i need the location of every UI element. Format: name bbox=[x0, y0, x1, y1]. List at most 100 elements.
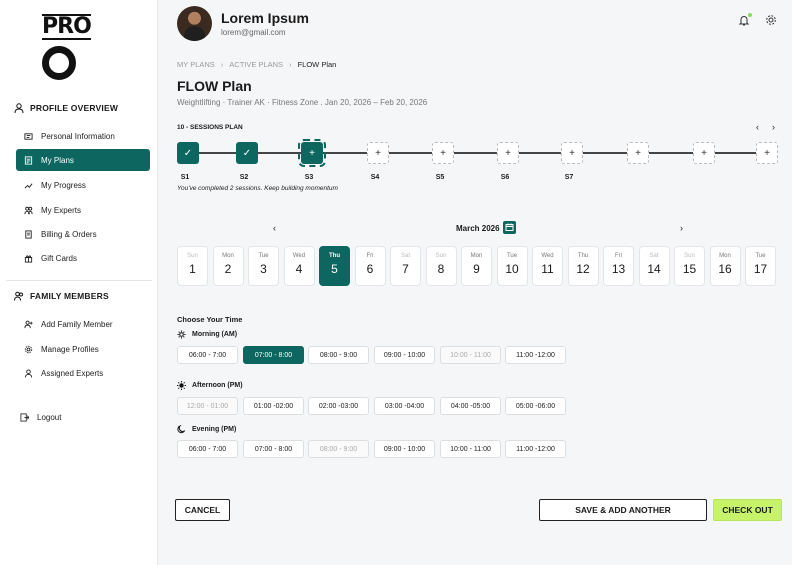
calendar-day[interactable]: Sun 15 bbox=[674, 246, 705, 286]
calendar-day[interactable]: Fri 13 bbox=[603, 246, 634, 286]
calendar-day[interactable]: Thu 12 bbox=[567, 246, 599, 286]
time-slot[interactable]: 08:00 - 9:00 bbox=[308, 346, 369, 364]
time-slot[interactable]: 04:00 -05:00 bbox=[440, 397, 501, 415]
time-slot[interactable]: 07:00 - 8:00 bbox=[243, 346, 304, 364]
sidebar-item-my-progress[interactable]: My Progress bbox=[16, 174, 150, 196]
sessions-next-icon[interactable]: › bbox=[772, 122, 775, 132]
time-slot[interactable]: 07:00 - 8:00 bbox=[243, 440, 304, 458]
session-step[interactable]: + bbox=[367, 142, 389, 164]
session-step-label: S2 bbox=[239, 174, 249, 181]
avatar[interactable] bbox=[177, 6, 212, 41]
calendar-day[interactable]: Tue 17 bbox=[745, 246, 776, 286]
save-add-another-button[interactable]: SAVE & ADD ANOTHER bbox=[539, 499, 707, 521]
gear-icon[interactable] bbox=[765, 14, 777, 26]
people-icon bbox=[24, 206, 33, 214]
time-slot[interactable]: 10:00 - 11:00 bbox=[440, 440, 501, 458]
calendar-day[interactable]: Mon 2 bbox=[212, 246, 244, 286]
time-slot[interactable]: 12:00 - 01:00 bbox=[177, 397, 238, 415]
session-step[interactable]: + bbox=[756, 142, 778, 164]
calendar-day[interactable]: Wed 4 bbox=[283, 246, 315, 286]
calendar-day[interactable]: Sat 14 bbox=[638, 246, 670, 286]
user-icon bbox=[14, 103, 24, 113]
session-step[interactable]: ✓ bbox=[236, 142, 258, 164]
sidebar-item-label: My Progress bbox=[41, 180, 86, 190]
time-period-heading: Evening (PM) bbox=[177, 425, 236, 434]
calendar-day[interactable]: Thu 5 bbox=[319, 246, 350, 286]
session-step[interactable]: ✓ bbox=[177, 142, 199, 164]
calendar-day[interactable]: Sat 7 bbox=[390, 246, 421, 286]
sidebar-item-my-plans[interactable]: My Plans bbox=[16, 149, 150, 171]
time-slot[interactable]: 05:00 -06:00 bbox=[505, 397, 566, 415]
id-card-icon bbox=[24, 132, 33, 140]
day-date: 8 bbox=[437, 262, 445, 276]
month-next-icon[interactable]: › bbox=[680, 223, 683, 233]
chevron-right-icon: › bbox=[289, 60, 292, 69]
time-slot[interactable]: 08:00 - 9:00 bbox=[308, 440, 369, 458]
plus-icon: + bbox=[375, 147, 381, 159]
day-name: Thu bbox=[577, 253, 589, 259]
session-step[interactable]: + bbox=[693, 142, 715, 164]
calendar-day[interactable]: Tue 10 bbox=[496, 246, 528, 286]
logo-text: PRO bbox=[42, 14, 92, 40]
brand-logo[interactable]: PRO bbox=[42, 14, 92, 80]
month-prev-icon[interactable]: ‹ bbox=[273, 223, 276, 233]
day-name: Tue bbox=[755, 253, 766, 259]
sidebar: PRO PROFILE OVERVIEW Personal Informatio… bbox=[0, 0, 158, 565]
day-name: Mon bbox=[470, 253, 483, 259]
calendar-day[interactable]: Fri 6 bbox=[354, 246, 386, 286]
sidebar-item-billing-orders[interactable]: Billing & Orders bbox=[16, 223, 150, 245]
day-date: 13 bbox=[611, 262, 626, 276]
sidebar-item-label: Add Family Member bbox=[41, 319, 113, 329]
session-step[interactable]: + bbox=[627, 142, 649, 164]
calendar-day[interactable]: Mon 9 bbox=[461, 246, 492, 286]
time-slot[interactable]: 06:00 - 7:00 bbox=[177, 440, 238, 458]
session-step[interactable]: + bbox=[298, 139, 326, 167]
logo-ring-icon bbox=[42, 46, 76, 80]
calendar-icon[interactable] bbox=[503, 221, 516, 234]
time-slot[interactable]: 01:00 -02:00 bbox=[243, 397, 304, 415]
session-step[interactable]: + bbox=[497, 142, 519, 164]
time-slot[interactable]: 09:00 - 10:00 bbox=[374, 346, 435, 364]
user-add-icon bbox=[24, 320, 33, 328]
sidebar-item-my-experts[interactable]: My Experts bbox=[16, 199, 150, 221]
breadcrumb-my-plans[interactable]: MY PLANS bbox=[177, 60, 215, 69]
sidebar-item-label: Billing & Orders bbox=[41, 229, 97, 239]
time-slot[interactable]: 10:00 - 11:00 bbox=[440, 346, 501, 364]
sessions-label: 10 - SESSIONS PLAN bbox=[177, 124, 243, 131]
sidebar-item-personal-information[interactable]: Personal Information bbox=[16, 125, 150, 147]
sidebar-item-manage-profiles[interactable]: Manage Profiles bbox=[16, 338, 150, 360]
time-slot[interactable]: 06:00 - 7:00 bbox=[177, 346, 238, 364]
breadcrumb-current: FLOW Plan bbox=[297, 60, 337, 69]
checkout-button[interactable]: CHECK OUT bbox=[713, 499, 782, 521]
calendar-day[interactable]: Tue 3 bbox=[248, 246, 279, 286]
day-name: Mon bbox=[719, 253, 731, 259]
time-slot[interactable]: 09:00 - 10:00 bbox=[374, 440, 435, 458]
session-step[interactable]: + bbox=[432, 142, 454, 164]
time-slot[interactable]: 03:00 -04:00 bbox=[374, 397, 435, 415]
session-step[interactable]: + bbox=[561, 142, 583, 164]
calendar-day[interactable]: Sun 8 bbox=[425, 246, 457, 286]
day-name: Wed bbox=[541, 253, 554, 259]
sessions-prev-icon[interactable]: ‹ bbox=[756, 122, 759, 132]
family-members-heading: FAMILY MEMBERS bbox=[14, 291, 109, 301]
calendar-day[interactable]: Wed 11 bbox=[532, 246, 563, 286]
sidebar-item-add-family-member[interactable]: Add Family Member bbox=[16, 313, 150, 335]
day-date: 1 bbox=[189, 262, 196, 276]
time-period-label: Afternoon (PM) bbox=[192, 382, 243, 389]
sidebar-item-gift-cards[interactable]: Gift Cards bbox=[16, 247, 150, 269]
session-step-label: S5 bbox=[435, 174, 445, 181]
breadcrumb-active-plans[interactable]: ACTIVE PLANS bbox=[229, 60, 283, 69]
logout-button[interactable]: Logout bbox=[12, 406, 146, 428]
sidebar-item-assigned-experts[interactable]: Assigned Experts bbox=[16, 362, 150, 384]
logout-icon bbox=[20, 412, 29, 422]
day-date: 4 bbox=[295, 262, 303, 276]
plus-icon: + bbox=[635, 147, 641, 159]
calendar-day[interactable]: Sun 1 bbox=[177, 246, 208, 286]
calendar-day[interactable]: Mon 16 bbox=[709, 246, 741, 286]
cancel-button[interactable]: CANCEL bbox=[175, 499, 230, 521]
day-name: Sat bbox=[649, 253, 659, 259]
receipt-icon bbox=[25, 229, 32, 239]
time-slot[interactable]: 11:00 -12:00 bbox=[505, 346, 566, 364]
time-slot[interactable]: 02:00 -03:00 bbox=[308, 397, 369, 415]
time-slot[interactable]: 11:00 -12:00 bbox=[505, 440, 566, 458]
